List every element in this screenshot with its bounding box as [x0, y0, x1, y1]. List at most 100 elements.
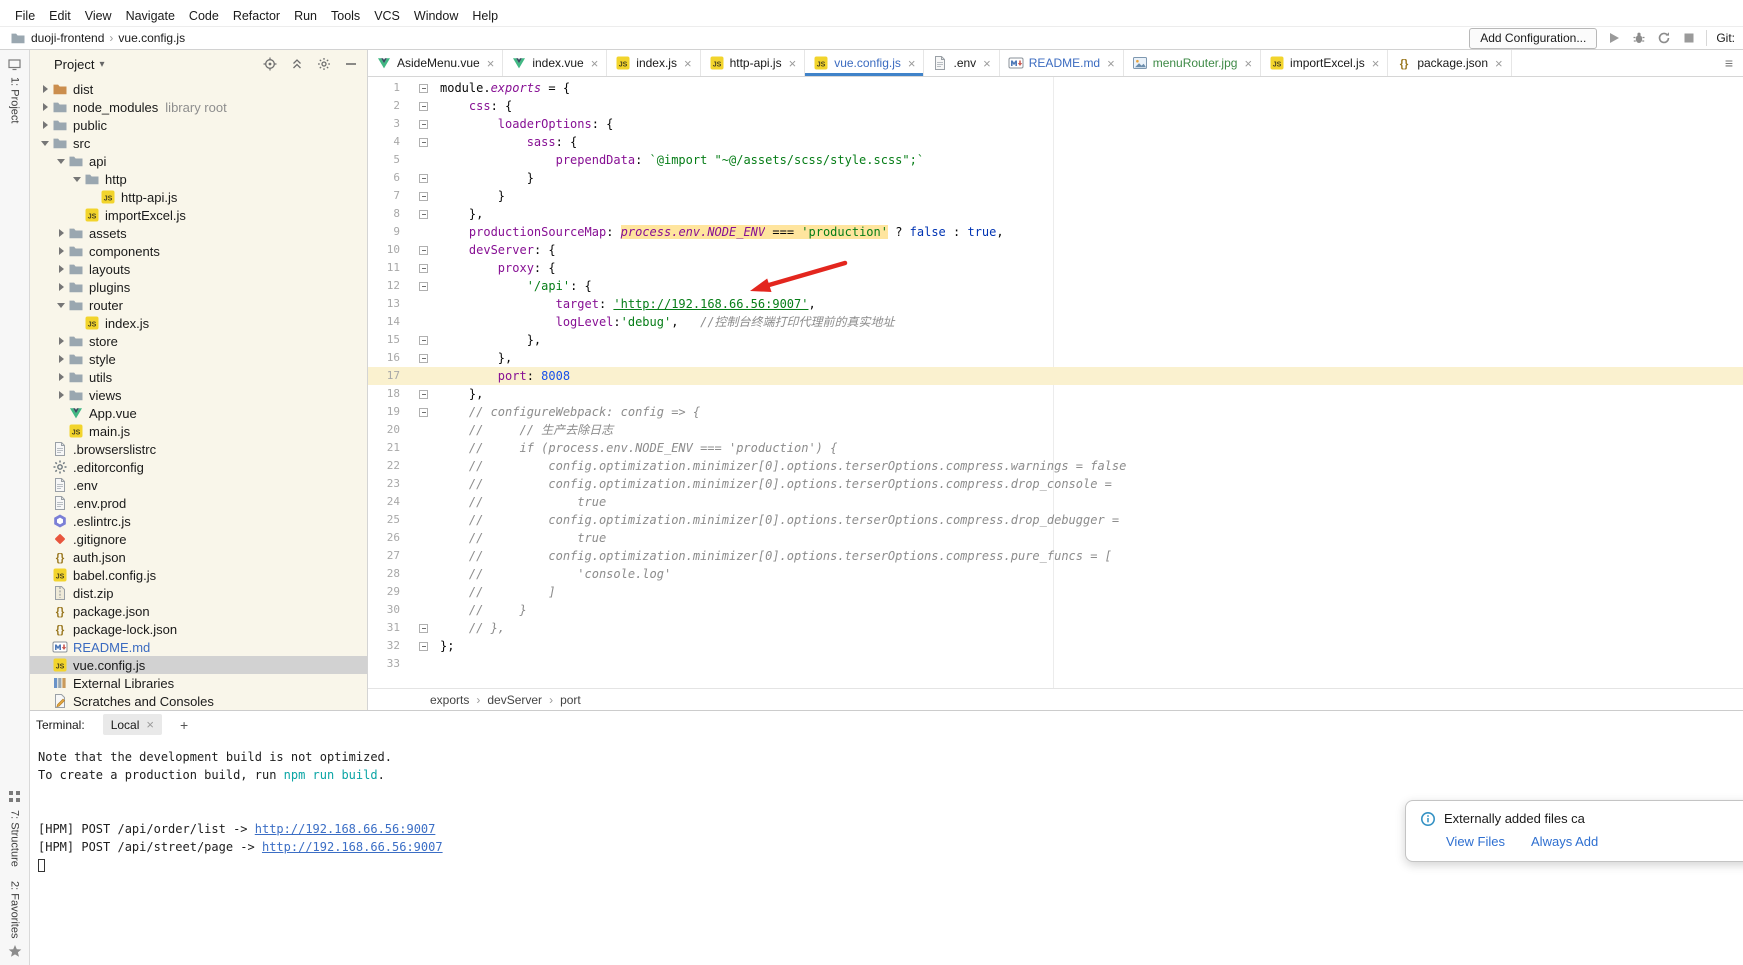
play-icon[interactable] [1606, 30, 1622, 46]
menu-item-edit[interactable]: Edit [42, 7, 78, 25]
tree-item-components[interactable]: components [30, 242, 367, 260]
fold-icon[interactable] [419, 246, 428, 255]
code-line[interactable]: 16 }, [368, 349, 1743, 367]
chevron-down-icon[interactable] [54, 303, 68, 308]
tree-item-dist[interactable]: dist [30, 80, 367, 98]
tab--env[interactable]: .env× [924, 50, 999, 76]
chevron-right-icon[interactable] [54, 265, 68, 273]
code-line[interactable]: 13 target: 'http://192.168.66.56:9007', [368, 295, 1743, 313]
chevron-right-icon[interactable] [54, 355, 68, 363]
tool-button-2-favorites[interactable]: 2: Favorites [7, 881, 23, 959]
tree-item-package-lock-json[interactable]: {}package-lock.json [30, 620, 367, 638]
project-view-selector[interactable]: Project ▾ [54, 57, 105, 72]
new-terminal-button[interactable]: + [176, 717, 192, 733]
chevron-right-icon[interactable] [54, 373, 68, 381]
breadcrumb-item[interactable]: exports [430, 693, 469, 707]
chevron-right-icon[interactable] [54, 247, 68, 255]
fold-icon[interactable] [419, 174, 428, 183]
refresh-icon[interactable] [1656, 30, 1672, 46]
fold-icon[interactable] [419, 624, 428, 633]
tool-button-1-project[interactable]: 1: Project [7, 56, 23, 123]
menu-item-navigate[interactable]: Navigate [119, 7, 182, 25]
close-icon[interactable]: × [591, 56, 599, 71]
fold-icon[interactable] [419, 138, 428, 147]
tree-item-src[interactable]: src [30, 134, 367, 152]
code-line[interactable]: 2 css: { [368, 97, 1743, 115]
tab-vue-config-js[interactable]: JSvue.config.js× [805, 50, 924, 76]
tree-item-views[interactable]: views [30, 386, 367, 404]
terminal-link[interactable]: http://192.168.66.56:9007 [255, 822, 436, 836]
tree-item-vue-config-js[interactable]: JSvue.config.js [30, 656, 367, 674]
fold-icon[interactable] [419, 354, 428, 363]
code-line[interactable]: 6 } [368, 169, 1743, 187]
code-line[interactable]: 31 // }, [368, 619, 1743, 637]
menu-item-vcs[interactable]: VCS [367, 7, 407, 25]
tree-item--eslintrc-js[interactable]: .eslintrc.js [30, 512, 367, 530]
bug-icon[interactable] [1631, 30, 1647, 46]
close-icon[interactable]: × [1495, 56, 1503, 71]
code-line[interactable]: 27 // config.optimization.minimizer[0].o… [368, 547, 1743, 565]
tree-item-public[interactable]: public [30, 116, 367, 134]
code-line[interactable]: 10 devServer: { [368, 241, 1743, 259]
code-line[interactable]: 20 // // 生产去除日志 [368, 421, 1743, 439]
menu-item-window[interactable]: Window [407, 7, 465, 25]
tree-item-plugins[interactable]: plugins [30, 278, 367, 296]
tree-item--gitignore[interactable]: .gitignore [30, 530, 367, 548]
tree-item-package-json[interactable]: {}package.json [30, 602, 367, 620]
fold-icon[interactable] [419, 84, 428, 93]
code-line[interactable]: 15 }, [368, 331, 1743, 349]
fold-icon[interactable] [419, 210, 428, 219]
code-line[interactable]: 5 prependData: `@import "~@/assets/scss/… [368, 151, 1743, 169]
close-icon[interactable]: × [1107, 56, 1115, 71]
tree-item-readme-md[interactable]: README.md [30, 638, 367, 656]
chevron-right-icon[interactable] [54, 229, 68, 237]
tab-list-icon[interactable]: ≡ [1715, 55, 1743, 71]
tree-item-node_modules[interactable]: node_moduleslibrary root [30, 98, 367, 116]
tree-item-style[interactable]: style [30, 350, 367, 368]
close-icon[interactable]: × [908, 56, 916, 71]
add-configuration-button[interactable]: Add Configuration... [1469, 28, 1597, 49]
code-line[interactable]: 26 // true [368, 529, 1743, 547]
tree-item-main-js[interactable]: JSmain.js [30, 422, 367, 440]
code-line[interactable]: 7 } [368, 187, 1743, 205]
fold-icon[interactable] [419, 192, 428, 201]
menu-item-view[interactable]: View [78, 7, 119, 25]
tree-item-utils[interactable]: utils [30, 368, 367, 386]
close-icon[interactable]: × [789, 56, 797, 71]
close-icon[interactable]: × [146, 717, 154, 732]
collapse-all-icon[interactable] [289, 56, 305, 72]
code-line[interactable]: 19 // configureWebpack: config => { [368, 403, 1743, 421]
code-line[interactable]: 22 // config.optimization.minimizer[0].o… [368, 457, 1743, 475]
code-line[interactable]: 21 // if (process.env.NODE_ENV === 'prod… [368, 439, 1743, 457]
tab-index-vue[interactable]: index.vue× [503, 50, 607, 76]
fold-icon[interactable] [419, 120, 428, 129]
tree-item--env[interactable]: .env [30, 476, 367, 494]
chevron-right-icon[interactable] [54, 337, 68, 345]
code-line[interactable]: 14 logLevel:'debug', //控制台终端打印代理前的真实地址 [368, 313, 1743, 331]
code-line[interactable]: 30 // } [368, 601, 1743, 619]
chevron-down-icon[interactable] [70, 177, 84, 182]
close-icon[interactable]: × [684, 56, 692, 71]
notification-action-view-files[interactable]: View Files [1446, 834, 1505, 849]
code-line[interactable]: 8 }, [368, 205, 1743, 223]
chevron-down-icon[interactable] [38, 141, 52, 146]
code-line[interactable]: 23 // config.optimization.minimizer[0].o… [368, 475, 1743, 493]
terminal-link[interactable]: http://192.168.66.56:9007 [262, 840, 443, 854]
menu-item-help[interactable]: Help [465, 7, 505, 25]
tool-button-7-structure[interactable]: 7: Structure [7, 789, 23, 867]
tab-importexcel-js[interactable]: JSimportExcel.js× [1261, 50, 1388, 76]
code-line[interactable]: 12 '/api': { [368, 277, 1743, 295]
menu-item-refactor[interactable]: Refactor [226, 7, 287, 25]
tree-item-external-libraries[interactable]: External Libraries [30, 674, 367, 692]
close-icon[interactable]: × [487, 56, 495, 71]
chevron-right-icon[interactable] [54, 391, 68, 399]
close-icon[interactable]: × [983, 56, 991, 71]
menu-item-tools[interactable]: Tools [324, 7, 367, 25]
chevron-right-icon[interactable] [38, 121, 52, 129]
tree-item-auth-json[interactable]: {}auth.json [30, 548, 367, 566]
breadcrumb-item[interactable]: devServer [487, 693, 542, 707]
tab-package-json[interactable]: {}package.json× [1388, 50, 1511, 76]
code-line[interactable]: 25 // config.optimization.minimizer[0].o… [368, 511, 1743, 529]
tree-item-http-api-js[interactable]: JShttp-api.js [30, 188, 367, 206]
menu-item-code[interactable]: Code [182, 7, 226, 25]
